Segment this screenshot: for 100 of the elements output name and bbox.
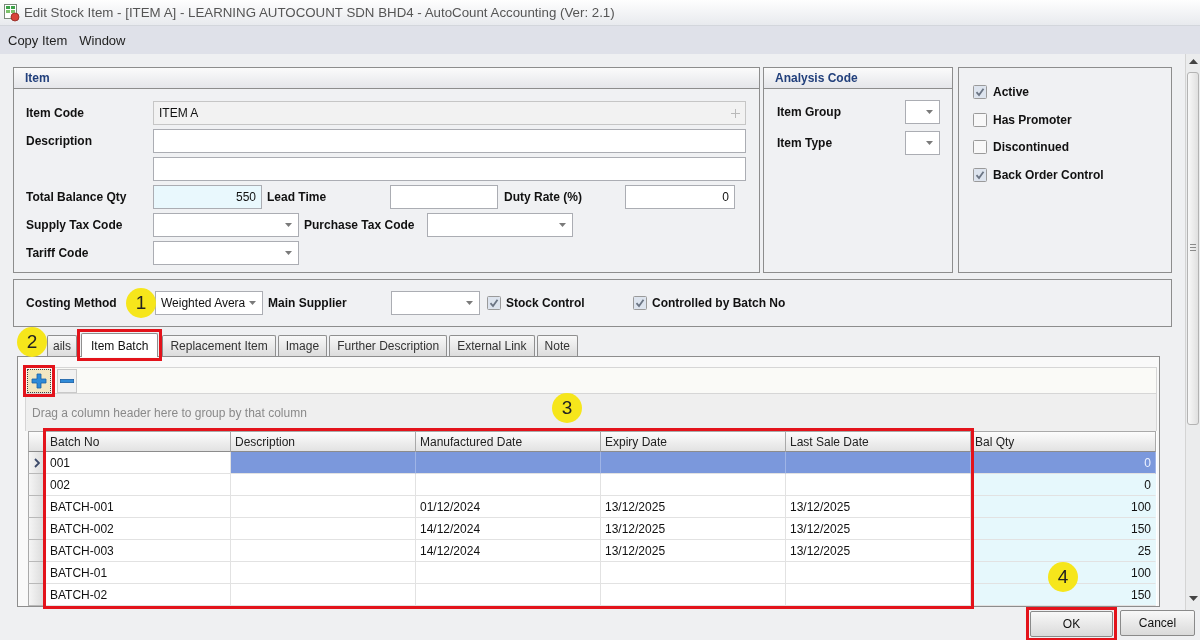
menu-item[interactable]: Window (73, 30, 132, 50)
table-cell: 14/12/2024 (416, 518, 601, 540)
checkbox[interactable] (973, 140, 987, 154)
field-label: Main Supplier (268, 296, 348, 310)
table-cell: 002 (46, 474, 231, 496)
checkbox[interactable] (973, 112, 987, 127)
checkbox[interactable] (633, 296, 647, 310)
table-cell: 14/12/2024 (416, 540, 601, 562)
field-label: Tariff Code (26, 246, 90, 260)
table-cell: 13/12/2025 (601, 496, 786, 518)
field-label: Duty Rate (%) (504, 190, 583, 204)
field-label: Item Group (777, 105, 842, 119)
duty-rate-field[interactable]: 0 (625, 185, 735, 209)
table-cell: 13/12/2025 (786, 540, 971, 562)
description-field[interactable] (153, 157, 746, 181)
table-cell: BATCH-01 (46, 562, 231, 584)
group-by-hint: Drag a column header here to group by that column (32, 405, 307, 420)
vertical-scrollbar[interactable] (1185, 54, 1200, 610)
menu-item[interactable]: Copy Item (2, 30, 74, 50)
dropdown-field[interactable] (905, 131, 940, 155)
scrollbar-thumb[interactable] (1187, 72, 1199, 425)
caret-down-icon[interactable] (1188, 596, 1198, 601)
tariff-code-dropdown[interactable] (153, 241, 299, 265)
dialog-button[interactable]: OK (1030, 611, 1113, 637)
checkbox[interactable] (973, 167, 987, 182)
dropdown-field[interactable] (905, 100, 940, 124)
checkbox[interactable] (973, 85, 987, 99)
table-cell: 150 (971, 584, 1156, 606)
caret-down-icon (926, 141, 933, 145)
column-header[interactable]: Batch No (46, 431, 231, 452)
table-cell: BATCH-002 (46, 518, 231, 540)
minus-icon (60, 378, 74, 383)
column-header[interactable]: Description (231, 431, 416, 452)
step-number: 1 (126, 288, 156, 318)
dialog-button[interactable]: Cancel (1120, 610, 1195, 636)
item-code-field[interactable]: ITEM A (153, 101, 746, 125)
field-label: Item Code (26, 106, 85, 120)
table-cell: BATCH-001 (46, 496, 231, 518)
caret-down-icon (285, 251, 292, 255)
checkbox-label: Discontinued (993, 140, 1069, 154)
description-field[interactable] (153, 129, 746, 153)
group-title: Analysis Code (764, 68, 952, 89)
table-cell: 0 (971, 452, 1156, 474)
caret-down-icon (249, 301, 256, 305)
field-label: Lead Time (267, 190, 328, 204)
tab[interactable]: External Link (449, 335, 535, 356)
step-number: 3 (552, 393, 582, 423)
purchase-tax-code-dropdown[interactable] (427, 213, 573, 237)
checkbox-label: Controlled by Batch No (652, 296, 786, 310)
field-label: Supply Tax Code (26, 218, 124, 232)
tab[interactable]: Item Batch (81, 333, 159, 357)
total-balance-qty-field[interactable]: 550 (153, 185, 262, 209)
table-cell: 150 (971, 518, 1156, 540)
caret-down-icon (285, 223, 292, 227)
table-cell: 100 (971, 496, 1156, 518)
costing-method-dropdown[interactable]: Weighted Avera (155, 291, 263, 315)
field-label: Description (26, 134, 93, 148)
field-label: Purchase Tax Code (304, 218, 416, 232)
checkbox-label: Back Order Control (993, 167, 1104, 182)
step-number: 2 (17, 327, 47, 357)
caret-up-icon[interactable] (1188, 59, 1198, 64)
table-cell: 13/12/2025 (786, 496, 971, 518)
main-supplier-dropdown[interactable] (391, 291, 480, 315)
plus-icon (31, 372, 47, 389)
column-header[interactable]: Manufactured Date (416, 431, 601, 452)
tab[interactable]: Image (277, 335, 328, 356)
tab[interactable]: ails (47, 335, 77, 356)
table-cell: 01/12/2024 (416, 496, 601, 518)
column-header[interactable]: Last Sale Date (786, 431, 971, 452)
column-header[interactable]: Expiry Date (601, 431, 786, 452)
table-cell: 25 (971, 540, 1156, 562)
remove-button[interactable] (57, 368, 77, 393)
checkbox-label: Stock Control (506, 296, 585, 310)
table-cell: BATCH-003 (46, 540, 231, 562)
caret-down-icon (926, 110, 933, 114)
column-header[interactable]: Bal Qty (971, 431, 1156, 452)
checkbox-label: Has Promoter (993, 112, 1072, 127)
window-title: Edit Stock Item - [ITEM A] - LEARNING AUTOCOUNT SDN BHD4 - AutoCount Accounting (Ver: 2.1) (24, 5, 615, 20)
tab[interactable]: Further Description (329, 335, 448, 356)
checkbox[interactable] (487, 296, 501, 310)
table-cell: 13/12/2025 (601, 540, 786, 562)
plus-icon (731, 108, 740, 118)
supply-tax-code-dropdown[interactable] (153, 213, 299, 237)
tab[interactable]: Note (536, 335, 578, 356)
spreadsheet-icon (4, 3, 20, 22)
table-cell: 13/12/2025 (786, 518, 971, 540)
chevron-right-icon (34, 457, 40, 468)
tab[interactable]: Replacement Item (162, 335, 276, 356)
checkbox-label: Active (993, 85, 1030, 99)
lead-time-field[interactable] (390, 185, 498, 209)
table-cell: 0 (971, 474, 1156, 496)
table-cell: BATCH-02 (46, 584, 231, 606)
table-cell: 13/12/2025 (601, 518, 786, 540)
caret-down-icon (559, 223, 566, 227)
field-label: Item Type (777, 136, 834, 150)
field-label: Costing Method (26, 296, 118, 310)
field-label: Total Balance Qty (26, 190, 128, 204)
group-title: Item (14, 68, 759, 89)
table-cell: 001 (46, 452, 231, 474)
caret-down-icon (466, 301, 473, 305)
